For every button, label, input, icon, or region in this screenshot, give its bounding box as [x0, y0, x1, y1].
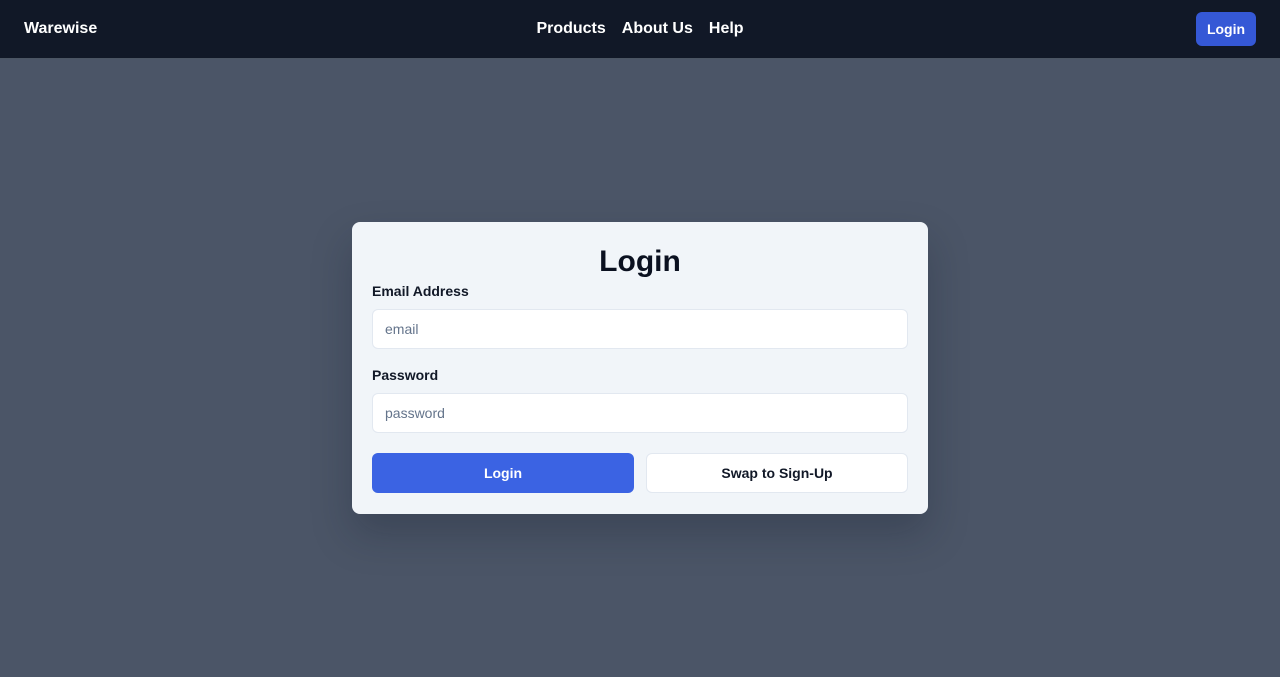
- nav-link-products[interactable]: Products: [536, 20, 605, 38]
- form-actions: Login Swap to Sign-Up: [372, 453, 908, 493]
- password-input[interactable]: [372, 393, 908, 433]
- login-title: Login: [599, 245, 681, 278]
- header-login-button[interactable]: Login: [1196, 12, 1256, 46]
- nav-link-help[interactable]: Help: [709, 20, 744, 38]
- password-label: Password: [372, 367, 439, 383]
- email-label: Email Address: [372, 283, 469, 299]
- login-submit-button[interactable]: Login: [372, 453, 634, 493]
- email-input[interactable]: [372, 309, 908, 349]
- login-card: Login Email Address Password Login Swap …: [352, 222, 928, 514]
- nav-link-about-us[interactable]: About Us: [622, 20, 693, 38]
- swap-to-signup-button[interactable]: Swap to Sign-Up: [646, 453, 908, 493]
- top-navbar: Warewise Products About Us Help Login: [0, 0, 1280, 59]
- main-nav: Products About Us Help: [0, 0, 1280, 58]
